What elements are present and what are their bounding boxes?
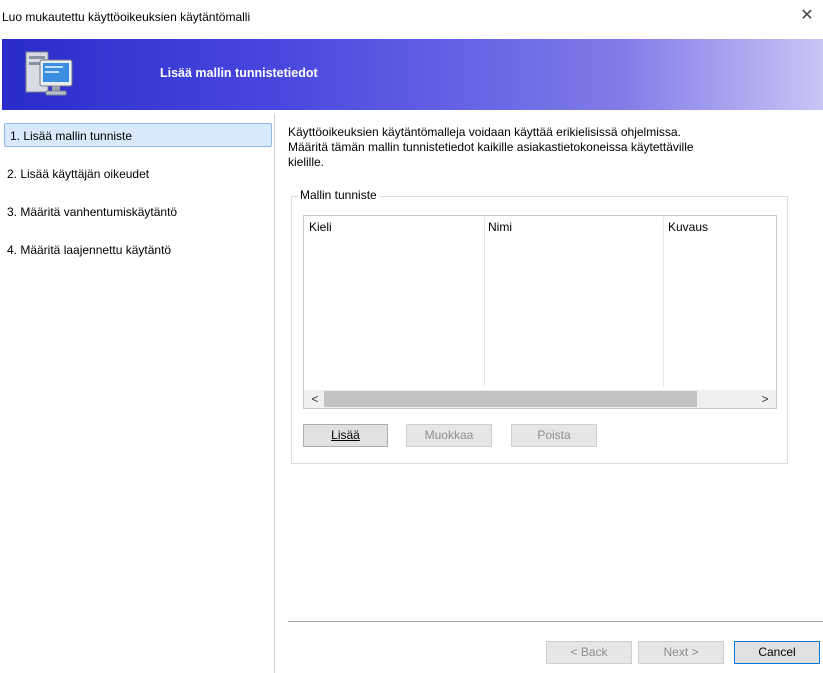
edit-button[interactable]: Muokkaa <box>406 424 492 447</box>
column-header-description[interactable]: Kuvaus <box>668 220 708 234</box>
step-1-add-identifier[interactable]: 1. Lisää mallin tunniste <box>4 123 272 147</box>
column-header-name[interactable]: Nimi <box>488 220 512 234</box>
column-divider[interactable] <box>484 217 485 387</box>
computer-wizard-icon <box>25 51 73 96</box>
description-text: Käyttöoikeuksien käytäntömalleja voidaan… <box>288 125 788 170</box>
cancel-button[interactable]: Cancel <box>734 641 820 664</box>
footer-divider <box>288 621 823 622</box>
group-legend: Mallin tunniste <box>298 188 379 202</box>
horizontal-scrollbar[interactable]: < > <box>304 390 776 408</box>
scroll-thumb[interactable] <box>324 391 697 407</box>
steps-pane: 1. Lisää mallin tunniste 2. Lisää käyttä… <box>2 114 275 673</box>
edit-button-label: Muokkaa <box>424 428 474 442</box>
title-bar: Luo mukautettu käyttöoikeuksien käytäntö… <box>0 0 823 38</box>
window-title: Luo mukautettu käyttöoikeuksien käytäntö… <box>2 10 251 24</box>
step-3-expiration-policy[interactable]: 3. Määritä vanhentumiskäytäntö <box>2 200 272 224</box>
banner-title: Lisää mallin tunnistetiedot <box>160 66 318 80</box>
description-line: kielille. <box>288 155 325 169</box>
scroll-left-icon[interactable]: < <box>306 390 324 408</box>
next-button[interactable]: Next > <box>638 641 724 664</box>
column-header-language[interactable]: Kieli <box>309 220 332 234</box>
identifier-list[interactable]: Kieli Nimi Kuvaus < > <box>303 215 777 409</box>
next-button-label: Next > <box>663 645 699 659</box>
remove-button-label: Poista <box>537 428 571 442</box>
description-line: Käyttöoikeuksien käytäntömalleja voidaan… <box>288 125 681 139</box>
cancel-button-label: Cancel <box>758 645 796 659</box>
add-button-label: Lisää <box>331 428 360 442</box>
back-button[interactable]: < Back <box>546 641 632 664</box>
close-icon[interactable]: ✕ <box>797 6 817 26</box>
column-divider[interactable] <box>663 217 664 387</box>
scroll-right-icon[interactable]: > <box>756 390 774 408</box>
step-2-add-user-rights[interactable]: 2. Lisää käyttäjän oikeudet <box>2 162 272 186</box>
remove-button[interactable]: Poista <box>511 424 597 447</box>
wizard-banner: Lisää mallin tunnistetiedot <box>2 39 823 110</box>
back-button-label: < Back <box>570 645 608 659</box>
add-button[interactable]: Lisää <box>303 424 388 447</box>
description-line: Määritä tämän mallin tunnistetiedot kaik… <box>288 140 694 154</box>
step-4-extended-policy[interactable]: 4. Määritä laajennettu käytäntö <box>2 238 272 262</box>
